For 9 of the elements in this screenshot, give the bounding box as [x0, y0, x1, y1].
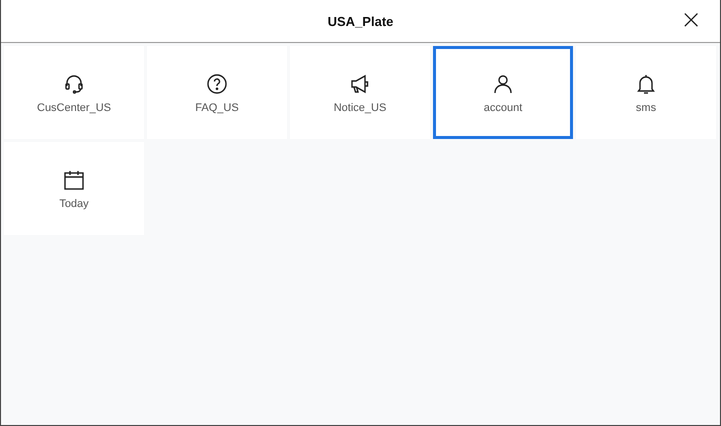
menu-tile[interactable]: CusCenter_US [4, 46, 144, 139]
help-icon [205, 72, 229, 96]
menu-tile[interactable]: sms [576, 46, 716, 139]
menu-tile[interactable]: account [433, 46, 573, 139]
window-title: USA_Plate [328, 14, 394, 28]
menu-tile[interactable]: Today [4, 142, 144, 235]
menu-tile[interactable]: Notice_US [290, 46, 430, 139]
menu-tile[interactable]: FAQ_US [147, 46, 287, 139]
close-button[interactable]: × [678, 7, 704, 33]
